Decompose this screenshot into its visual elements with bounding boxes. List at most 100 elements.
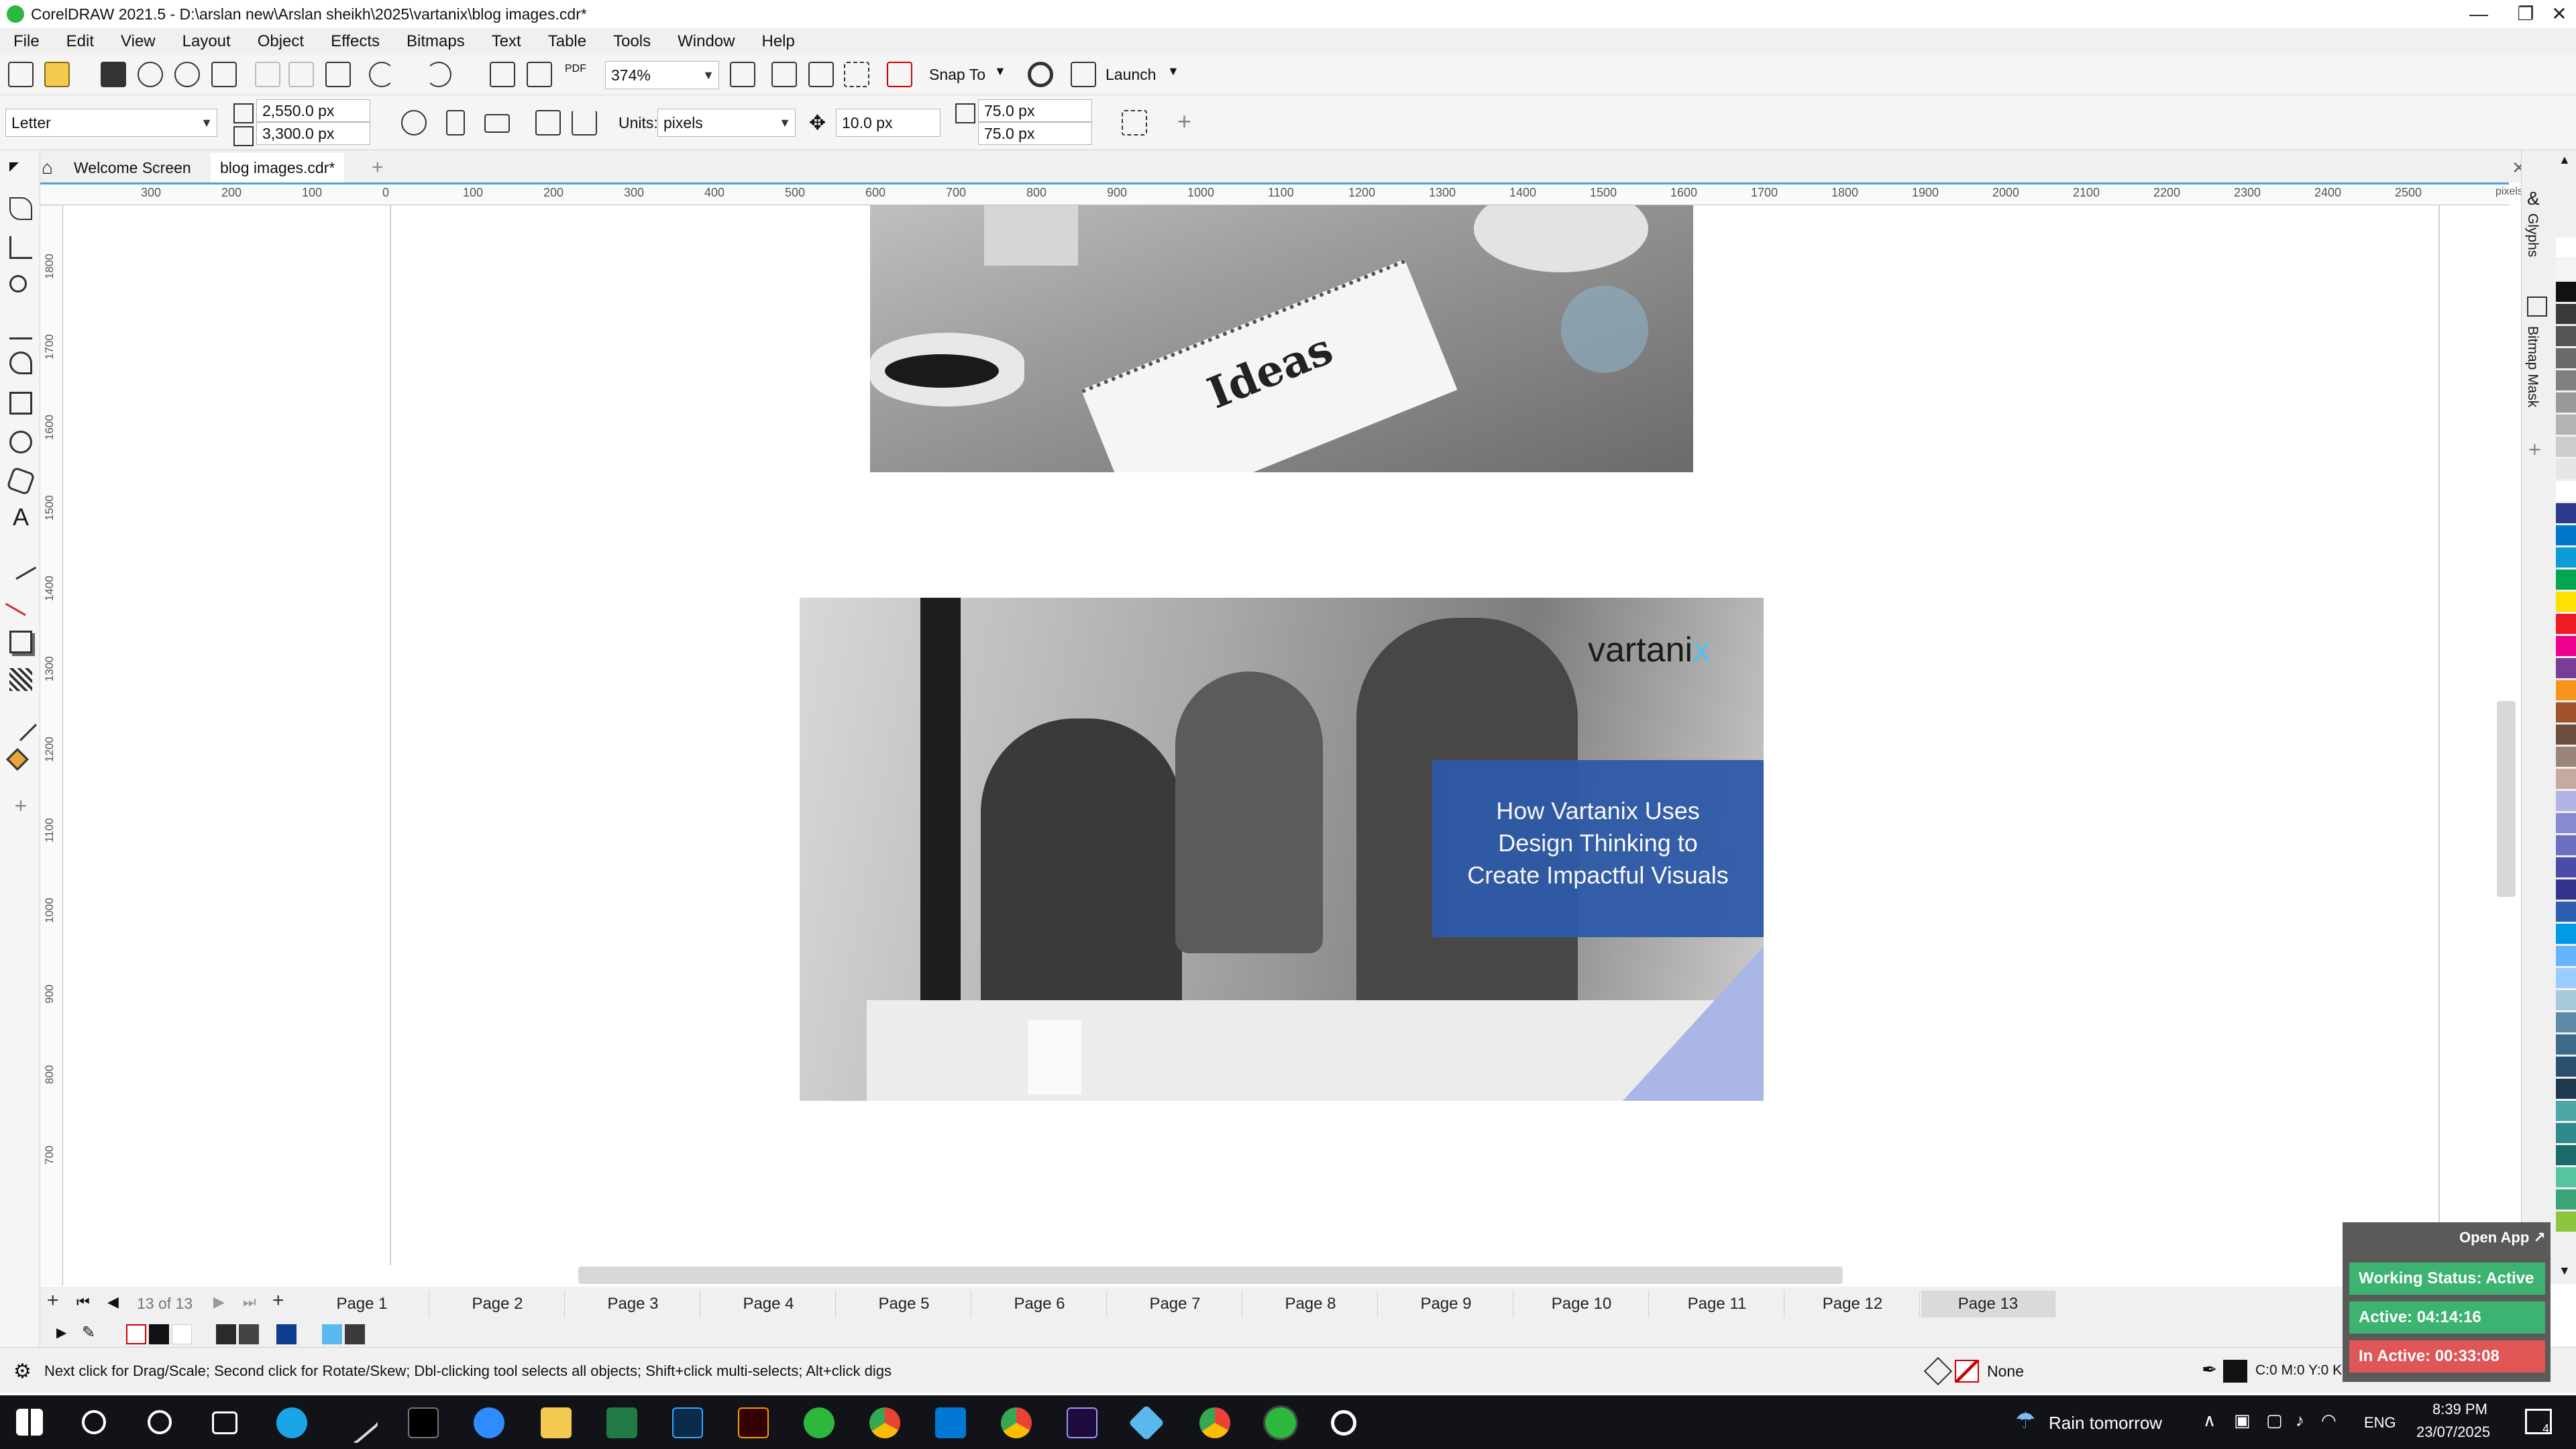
first-page-icon[interactable]: ⏮ [76, 1293, 90, 1311]
horizontal-ruler[interactable]: 300 200 100 0 100 200 300 400 500 600 700 800 900 100… [40, 182, 2523, 205]
coreldraw-taskbar-icon[interactable] [804, 1407, 835, 1438]
grid-icon[interactable] [808, 62, 834, 87]
publish-pdf-button[interactable]: PDF [565, 63, 586, 75]
color-swatch[interactable] [2556, 1212, 2576, 1232]
chrome-profile-icon[interactable] [1001, 1407, 1032, 1438]
launch-icon[interactable] [1071, 62, 1096, 87]
menu-help[interactable]: Help [748, 28, 808, 55]
bitmap-mask-docker-tab[interactable]: Bitmap Mask [2524, 326, 2540, 407]
color-swatch[interactable] [2556, 592, 2576, 612]
open-app-button[interactable]: Open App ↗ [2459, 1229, 2546, 1246]
app-diamond-icon[interactable] [1128, 1405, 1165, 1441]
glyphs-icon[interactable]: & [2527, 188, 2547, 209]
crop-tool-icon[interactable] [9, 236, 32, 259]
color-swatch[interactable] [2556, 481, 2576, 501]
gear-icon[interactable]: ⚙ [13, 1360, 32, 1383]
color-swatch[interactable] [2556, 1167, 2576, 1187]
clock-time[interactable]: 8:39 PM [2432, 1401, 2487, 1418]
color-swatch[interactable] [2556, 924, 2576, 944]
add-docker-icon[interactable]: + [2528, 437, 2541, 462]
tray-network-icon[interactable]: ▣ [2234, 1410, 2251, 1431]
color-swatch[interactable] [2556, 769, 2576, 789]
chrome-icon[interactable] [869, 1407, 900, 1438]
color-swatch[interactable] [2556, 260, 2576, 280]
bitmap-mask-icon[interactable] [2527, 297, 2547, 317]
swatch-dark-gray[interactable] [216, 1324, 236, 1344]
clock-date[interactable]: 23/07/2025 [2416, 1424, 2490, 1441]
page-tab-1[interactable]: Page 1 [295, 1291, 429, 1318]
color-swatch[interactable] [2556, 968, 2576, 988]
menu-view[interactable]: View [107, 28, 169, 55]
swatch-gray[interactable] [239, 1324, 259, 1344]
all-pages-icon[interactable] [401, 110, 427, 136]
cloud-upload-icon[interactable] [138, 62, 163, 87]
team-design-thinking-image[interactable]: vartanix How Vartanix Uses Design Thinki… [800, 598, 1764, 1101]
color-swatch[interactable] [2556, 437, 2576, 457]
parallel-dimension-icon[interactable] [5, 548, 37, 580]
full-screen-icon[interactable] [730, 62, 755, 87]
bleed-icon[interactable] [572, 110, 597, 136]
redo-icon[interactable] [426, 62, 451, 87]
zoom-tool-icon[interactable] [9, 275, 27, 292]
tray-wifi-icon[interactable]: ◠ [2321, 1410, 2337, 1431]
undo-icon[interactable] [369, 62, 394, 87]
fill-none-swatch[interactable] [1955, 1360, 1979, 1383]
swatch-black[interactable] [149, 1324, 169, 1344]
color-swatch[interactable] [2556, 525, 2576, 545]
color-swatch[interactable] [2556, 1079, 2576, 1099]
transparency-icon[interactable] [9, 668, 32, 691]
last-page-icon[interactable]: ⏭ [243, 1293, 256, 1311]
color-eyedropper-icon[interactable]: ✎ [82, 1323, 95, 1342]
color-swatch[interactable] [2556, 392, 2576, 413]
ellipse-tool-icon[interactable] [9, 431, 32, 453]
excel-icon[interactable] [606, 1407, 637, 1438]
page-tab-10[interactable]: Page 10 [1515, 1291, 1649, 1318]
color-swatch[interactable] [2556, 304, 2576, 324]
page-tab-2[interactable]: Page 2 [431, 1291, 565, 1318]
open-folder-icon[interactable] [44, 62, 70, 87]
treat-as-filled-icon[interactable] [1122, 110, 1147, 136]
close-button[interactable]: ✕ [2536, 0, 2576, 28]
cut-icon[interactable] [255, 62, 280, 87]
menu-file[interactable]: File [0, 28, 53, 55]
page-tab-5[interactable]: Page 5 [837, 1291, 971, 1318]
chevron-down-icon[interactable]: ▼ [994, 64, 1006, 78]
import-icon[interactable] [490, 62, 515, 87]
paste-icon[interactable] [325, 62, 351, 87]
tray-monitor-icon[interactable]: ▢ [2266, 1410, 2283, 1431]
tab-welcome-screen[interactable]: Welcome Screen [64, 153, 201, 182]
page-tab-12[interactable]: Page 12 [1786, 1291, 1920, 1318]
tray-volume-icon[interactable]: ♪ [2296, 1410, 2304, 1431]
color-swatch[interactable] [2556, 1057, 2576, 1077]
menu-layout[interactable]: Layout [169, 28, 244, 55]
polygon-tool-icon[interactable] [6, 466, 36, 496]
edge-browser-icon[interactable] [276, 1407, 307, 1438]
color-swatch[interactable] [2556, 547, 2576, 568]
swatch-white[interactable] [172, 1324, 192, 1344]
add-tool-icon[interactable]: + [9, 794, 32, 817]
page-width-input[interactable]: 2,550.0 px [256, 99, 370, 122]
chevron-down-icon[interactable]: ▼ [1167, 64, 1179, 78]
color-swatch[interactable] [2556, 1101, 2576, 1121]
swatch-navy[interactable] [276, 1324, 297, 1344]
color-swatch[interactable] [2556, 1034, 2576, 1055]
color-swatch[interactable] [2556, 747, 2576, 767]
color-swatch[interactable] [2556, 791, 2576, 811]
weather-text[interactable]: Rain tomorrow [2049, 1413, 2162, 1434]
launch-dropdown[interactable]: Launch [1106, 66, 1156, 84]
nudge-distance-input[interactable]: 10.0 px [836, 109, 941, 137]
save-icon[interactable] [101, 62, 126, 87]
task-view-icon[interactable] [212, 1411, 237, 1434]
file-explorer-icon[interactable] [541, 1407, 572, 1438]
connector-tool-icon[interactable] [5, 584, 37, 616]
color-swatch[interactable] [2556, 702, 2576, 722]
pen-app-icon[interactable] [335, 1401, 380, 1445]
menu-object[interactable]: Object [244, 28, 317, 55]
page-tab-7[interactable]: Page 7 [1108, 1291, 1242, 1318]
color-swatch[interactable] [2556, 680, 2576, 700]
artistic-media-icon[interactable] [9, 352, 32, 374]
page-tab-6[interactable]: Page 6 [973, 1291, 1107, 1318]
swatch-charcoal[interactable] [345, 1324, 365, 1344]
units-combo[interactable]: pixels ▼ [657, 109, 796, 137]
export-icon[interactable] [527, 62, 552, 87]
